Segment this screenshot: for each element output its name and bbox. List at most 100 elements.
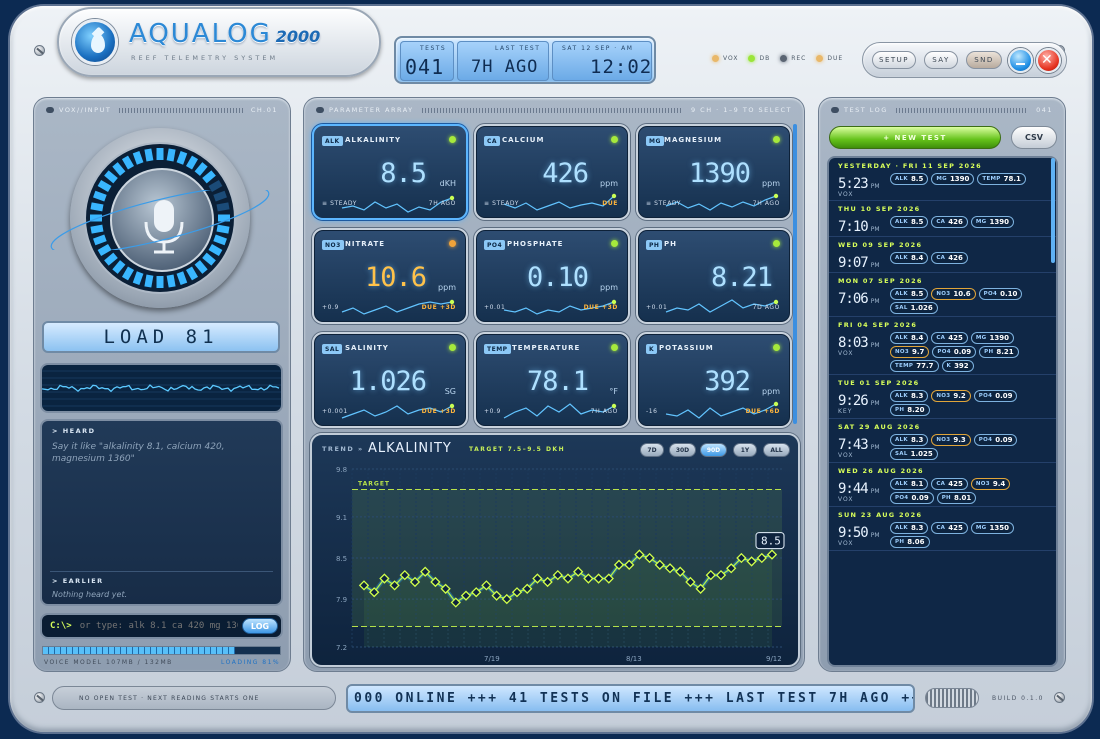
chip-value: 1.025	[910, 450, 933, 458]
level-segment	[213, 190, 227, 202]
log-chips: ALK 8.5 MG 1390 TEMP 78.1	[890, 173, 1052, 198]
range-7d-button[interactable]: 7D	[640, 443, 664, 457]
y-tick-label: 7.2	[336, 644, 347, 652]
tile-nitrate[interactable]: NO3 NITRATE 10.6 ppm +0.9 DUE +3D	[312, 228, 468, 324]
range-30d-button[interactable]: 30D	[669, 443, 696, 457]
log-entry[interactable]: MON 07 SEP 2026 7:06 PM ALK 8.5 NO3 10.6 PO4 0.1…	[829, 273, 1056, 317]
vox-lcd-display: LOAD 81	[42, 321, 280, 353]
log-entry[interactable]: TUE 01 SEP 2026 9:26 PM KEY ALK 8.3 NO3 9.2 PO4 0…	[829, 375, 1056, 419]
sound-button[interactable]: SND	[966, 51, 1002, 69]
chip-key: ALK	[895, 437, 908, 443]
tile-name: POTASSIUM	[659, 344, 714, 352]
range-all-button[interactable]: ALL	[763, 443, 790, 457]
chip-value: 9.4	[992, 480, 1006, 488]
tile-magnesium[interactable]: MG MAGNESIUM 1390 ppm ≡ STEADY 7H AGO	[636, 124, 792, 220]
log-entry[interactable]: YESTERDAY · FRI 11 SEP 2026 5:23 PM VOX ALK 8…	[829, 158, 1056, 201]
reading-chip: NO3 9.2	[931, 390, 971, 402]
chip-key: SAL	[895, 451, 908, 457]
log-scrollbar[interactable]	[1051, 158, 1055, 263]
reading-chip: ALK 8.3	[890, 390, 929, 402]
tile-sparkline	[341, 299, 455, 315]
csv-export-button[interactable]: CSV	[1011, 126, 1057, 149]
range-1y-button[interactable]: 1Y	[733, 443, 757, 457]
tiles-scrollbar[interactable]	[793, 124, 797, 424]
params-hint: 9 CH · 1–9 TO SELECT	[690, 106, 792, 114]
new-test-button[interactable]: + NEW TEST	[829, 126, 1001, 149]
command-input[interactable]	[79, 621, 238, 631]
led-label: REC	[791, 55, 807, 62]
log-entry[interactable]: FRI 04 SEP 2026 8:03 PM VOX ALK 8.4 CA 425 MG 139…	[829, 317, 1056, 375]
chip-value: 1390	[949, 175, 970, 183]
reading-chip: MG 1390	[931, 173, 975, 185]
log-time: 9:07	[838, 255, 869, 271]
tile-sparkline	[503, 299, 617, 315]
log-entry-time: 7:10 PM	[838, 216, 890, 235]
range-90d-button[interactable]: 90D	[700, 443, 727, 457]
log-button[interactable]: LOG	[242, 618, 278, 634]
chip-value: 392	[954, 362, 969, 370]
tile-temperature[interactable]: TEMP TEMPERATURE 78.1 °F +0.9 7H AGO	[474, 332, 630, 428]
chip-value: 1390	[989, 334, 1009, 342]
app-title: AQUALOG 2000	[129, 19, 321, 49]
tile-tag: NO3	[322, 240, 344, 250]
tile-salinity[interactable]: SAL SALINITY 1.026 SG +0.001 DUE +3D	[312, 332, 468, 428]
app-year: 2000	[275, 27, 321, 46]
log-entry[interactable]: THU 10 SEP 2026 7:10 PM ALK 8.5 CA 426 MG 1390	[829, 201, 1056, 237]
tile-due-text: DUE	[602, 200, 618, 207]
log-entry[interactable]: SAT 29 AUG 2026 7:43 PM VOX ALK 8.3 NO3 9.3 PO4 0…	[829, 419, 1056, 463]
chip-value: 8.3	[910, 392, 924, 400]
chip-key: ALK	[895, 255, 908, 261]
level-segment	[176, 271, 188, 285]
log-source: VOX	[838, 452, 854, 459]
log-list[interactable]: YESTERDAY · FRI 11 SEP 2026 5:23 PM VOX ALK 8…	[827, 156, 1058, 667]
chip-key: PH	[895, 407, 905, 413]
vox-panel-title: VOX//INPUT	[59, 106, 112, 114]
chip-value: 425	[948, 334, 963, 342]
tile-alkalinity[interactable]: ALK ALKALINITY 8.5 dKH ≡ STEADY 7H AGO	[312, 124, 468, 220]
mic-button[interactable]	[70, 128, 250, 308]
params-header: PARAMETER ARRAY 9 CH · 1–9 TO SELECT	[316, 105, 792, 115]
chip-value: 8.4	[910, 334, 924, 342]
chip-value: 8.20	[907, 406, 925, 414]
sparkline-path	[503, 195, 615, 211]
close-button[interactable]: ✕	[1036, 48, 1061, 73]
sparkline-dot	[611, 193, 617, 199]
chip-key: CA	[936, 219, 946, 225]
chip-key: MG	[975, 219, 987, 225]
setup-button[interactable]: SETUP	[872, 51, 916, 69]
log-entry[interactable]: WED 26 AUG 2026 9:44 PM VOX ALK 8.1 CA 425 NO3 9.…	[829, 463, 1056, 507]
chip-value: 425	[948, 480, 963, 488]
log-count: 041	[1036, 106, 1053, 114]
tile-potassium[interactable]: K POTASSIUM 392 ppm -16 DUE +6D	[636, 332, 792, 428]
log-time: 7:06	[838, 291, 869, 307]
chip-value: 0.10	[1000, 290, 1018, 298]
app-subtitle: REEF TELEMETRY SYSTEM	[131, 54, 279, 62]
y-tick-label: 9.8	[336, 466, 347, 474]
alkalinity-chart: 9.8 9.1 8.5 7.9 7.2 TARGET 7/19 8/13 9/12 8.5	[336, 466, 785, 663]
log-source: VOX	[838, 496, 854, 503]
tile-due-text: DUE +3D	[421, 408, 456, 415]
build-version: BUILD 0.1.0	[992, 695, 1044, 702]
tile-tag: PH	[646, 240, 663, 250]
log-entry[interactable]: WED 09 SEP 2026 9:07 PM ALK 8.4 CA 426	[829, 237, 1056, 273]
tile-sparkline	[665, 299, 779, 313]
heard-box: > HEARD Say it like "alkalinity 8.1, cal…	[40, 419, 283, 606]
level-segment	[97, 243, 112, 257]
trend-name: ALKALINITY	[368, 441, 452, 456]
tests-value: 041	[405, 55, 445, 79]
say-button[interactable]: SAY	[924, 51, 958, 69]
led-vox: VOX	[712, 55, 738, 62]
reading-chip: CA 425	[931, 522, 968, 534]
minimize-button[interactable]	[1008, 48, 1033, 73]
chip-key: PO4	[895, 495, 909, 501]
tile-ph[interactable]: PH PH 8.21 +0.01 7D AGO	[636, 228, 792, 324]
tile-phosphate[interactable]: PO4 PHOSPHATE 0.10 ppm +0.01 DUE +3D	[474, 228, 630, 324]
log-entry[interactable]: SUN 23 AUG 2026 9:50 PM VOX ALK 8.3 CA 425 MG 135…	[829, 507, 1056, 551]
level-segment	[90, 202, 104, 212]
screw-icon	[34, 692, 45, 703]
tile-calcium[interactable]: CA CALCIUM 426 ppm ≡ STEADY DUE	[474, 124, 630, 220]
chip-key: K	[946, 363, 952, 369]
chip-key: CA	[936, 335, 946, 341]
log-entry-date: MON 07 SEP 2026	[838, 277, 923, 285]
led-indicator	[780, 55, 788, 62]
